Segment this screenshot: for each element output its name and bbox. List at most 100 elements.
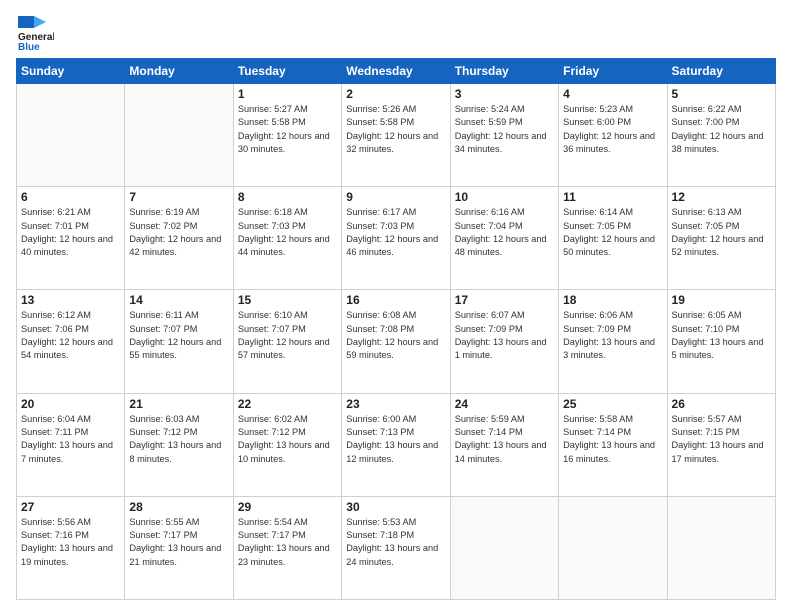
- day-number: 21: [129, 397, 228, 411]
- calendar-day-29: 29 Sunrise: 5:54 AM Sunset: 7:17 PM Dayli…: [233, 496, 341, 599]
- day-header-saturday: Saturday: [667, 59, 775, 84]
- day-header-sunday: Sunday: [17, 59, 125, 84]
- day-header-friday: Friday: [559, 59, 667, 84]
- calendar-day-9: 9 Sunrise: 6:17 AM Sunset: 7:03 PM Daylig…: [342, 187, 450, 290]
- day-number: 20: [21, 397, 120, 411]
- calendar-day-20: 20 Sunrise: 6:04 AM Sunset: 7:11 PM Dayli…: [17, 393, 125, 496]
- logo-icon: General Blue: [16, 12, 54, 50]
- day-number: 1: [238, 87, 337, 101]
- calendar-week-5: 27Sunrise: 5:56 AM Sunset: 7:16 PM Dayli…: [17, 496, 776, 599]
- day-info: Sunrise: 6:13 AM Sunset: 7:05 PM Dayligh…: [672, 206, 771, 259]
- day-number: 5: [672, 87, 771, 101]
- day-number: 10: [455, 190, 554, 204]
- calendar-week-3: 13 Sunrise: 6:12 AM Sunset: 7:06 PM Dayli…: [17, 290, 776, 393]
- day-info: Sunrise: 6:16 AM Sunset: 7:04 PM Dayligh…: [455, 206, 554, 259]
- day-info: Sunrise: 5:26 AM Sunset: 5:58 PM Dayligh…: [346, 103, 445, 156]
- calendar-table: SundayMondayTuesdayWednesdayThursdayFrid…: [16, 58, 776, 600]
- day-number: 15: [238, 293, 337, 307]
- day-number: 23: [346, 397, 445, 411]
- day-info: Sunrise: 6:21 AM Sunset: 7:01 PM Dayligh…: [21, 206, 120, 259]
- day-info: Sunrise: 6:22 AM Sunset: 7:00 PM Dayligh…: [672, 103, 771, 156]
- calendar-day-18: 18 Sunrise: 6:06 AM Sunset: 7:09 PM Dayli…: [559, 290, 667, 393]
- calendar-header-row: SundayMondayTuesdayWednesdayThursdayFrid…: [17, 59, 776, 84]
- day-number: 12: [672, 190, 771, 204]
- day-number: 8: [238, 190, 337, 204]
- day-number: 16: [346, 293, 445, 307]
- day-number: 24: [455, 397, 554, 411]
- day-info: Sunrise: 5:54 AM Sunset: 7:17 PM Dayligh…: [238, 516, 337, 569]
- calendar-day-11: 11 Sunrise: 6:14 AM Sunset: 7:05 PM Dayli…: [559, 187, 667, 290]
- calendar-day-17: 17Sunrise: 6:07 AM Sunset: 7:09 PM Dayli…: [450, 290, 558, 393]
- day-number: 28: [129, 500, 228, 514]
- day-number: 4: [563, 87, 662, 101]
- calendar-day-24: 24 Sunrise: 5:59 AM Sunset: 7:14 PM Dayli…: [450, 393, 558, 496]
- day-info: Sunrise: 6:03 AM Sunset: 7:12 PM Dayligh…: [129, 413, 228, 466]
- svg-text:Blue: Blue: [18, 42, 40, 50]
- day-info: Sunrise: 5:56 AM Sunset: 7:16 PM Dayligh…: [21, 516, 120, 569]
- day-info: Sunrise: 5:53 AM Sunset: 7:18 PM Dayligh…: [346, 516, 445, 569]
- calendar-day-2: 2 Sunrise: 5:26 AM Sunset: 5:58 PM Daylig…: [342, 84, 450, 187]
- calendar-day-1: 1 Sunrise: 5:27 AM Sunset: 5:58 PM Daylig…: [233, 84, 341, 187]
- calendar-day-14: 14Sunrise: 6:11 AM Sunset: 7:07 PM Dayli…: [125, 290, 233, 393]
- logo: General Blue: [16, 12, 54, 50]
- calendar-day-5: 5 Sunrise: 6:22 AM Sunset: 7:00 PM Daylig…: [667, 84, 775, 187]
- calendar-day-4: 4Sunrise: 5:23 AM Sunset: 6:00 PM Daylig…: [559, 84, 667, 187]
- calendar-day-27: 27Sunrise: 5:56 AM Sunset: 7:16 PM Dayli…: [17, 496, 125, 599]
- day-info: Sunrise: 5:59 AM Sunset: 7:14 PM Dayligh…: [455, 413, 554, 466]
- calendar-day-23: 23Sunrise: 6:00 AM Sunset: 7:13 PM Dayli…: [342, 393, 450, 496]
- day-info: Sunrise: 6:12 AM Sunset: 7:06 PM Dayligh…: [21, 309, 120, 362]
- calendar-day-26: 26 Sunrise: 5:57 AM Sunset: 7:15 PM Dayli…: [667, 393, 775, 496]
- calendar-empty-cell: [17, 84, 125, 187]
- day-info: Sunrise: 6:14 AM Sunset: 7:05 PM Dayligh…: [563, 206, 662, 259]
- calendar-day-3: 3 Sunrise: 5:24 AM Sunset: 5:59 PM Daylig…: [450, 84, 558, 187]
- calendar-empty-cell: [667, 496, 775, 599]
- day-header-thursday: Thursday: [450, 59, 558, 84]
- calendar-day-30: 30 Sunrise: 5:53 AM Sunset: 7:18 PM Dayli…: [342, 496, 450, 599]
- day-info: Sunrise: 5:58 AM Sunset: 7:14 PM Dayligh…: [563, 413, 662, 466]
- day-info: Sunrise: 6:04 AM Sunset: 7:11 PM Dayligh…: [21, 413, 120, 466]
- day-number: 14: [129, 293, 228, 307]
- day-info: Sunrise: 6:19 AM Sunset: 7:02 PM Dayligh…: [129, 206, 228, 259]
- day-number: 17: [455, 293, 554, 307]
- calendar-day-16: 16Sunrise: 6:08 AM Sunset: 7:08 PM Dayli…: [342, 290, 450, 393]
- header: General Blue: [16, 12, 776, 50]
- day-info: Sunrise: 5:57 AM Sunset: 7:15 PM Dayligh…: [672, 413, 771, 466]
- calendar-day-15: 15 Sunrise: 6:10 AM Sunset: 7:07 PM Dayli…: [233, 290, 341, 393]
- calendar-empty-cell: [450, 496, 558, 599]
- day-number: 3: [455, 87, 554, 101]
- calendar-day-25: 25Sunrise: 5:58 AM Sunset: 7:14 PM Dayli…: [559, 393, 667, 496]
- calendar-day-6: 6 Sunrise: 6:21 AM Sunset: 7:01 PM Daylig…: [17, 187, 125, 290]
- day-header-wednesday: Wednesday: [342, 59, 450, 84]
- calendar-week-4: 20 Sunrise: 6:04 AM Sunset: 7:11 PM Dayli…: [17, 393, 776, 496]
- calendar-day-13: 13 Sunrise: 6:12 AM Sunset: 7:06 PM Dayli…: [17, 290, 125, 393]
- day-number: 18: [563, 293, 662, 307]
- day-info: Sunrise: 6:06 AM Sunset: 7:09 PM Dayligh…: [563, 309, 662, 362]
- day-number: 6: [21, 190, 120, 204]
- calendar-day-22: 22Sunrise: 6:02 AM Sunset: 7:12 PM Dayli…: [233, 393, 341, 496]
- day-header-monday: Monday: [125, 59, 233, 84]
- calendar-day-7: 7 Sunrise: 6:19 AM Sunset: 7:02 PM Daylig…: [125, 187, 233, 290]
- day-number: 2: [346, 87, 445, 101]
- page: General Blue SundayMondayTuesdayWednesda…: [0, 0, 792, 612]
- day-number: 30: [346, 500, 445, 514]
- calendar-week-2: 6 Sunrise: 6:21 AM Sunset: 7:01 PM Daylig…: [17, 187, 776, 290]
- day-number: 26: [672, 397, 771, 411]
- calendar-day-19: 19Sunrise: 6:05 AM Sunset: 7:10 PM Dayli…: [667, 290, 775, 393]
- day-number: 29: [238, 500, 337, 514]
- calendar-day-28: 28 Sunrise: 5:55 AM Sunset: 7:17 PM Dayli…: [125, 496, 233, 599]
- day-info: Sunrise: 5:55 AM Sunset: 7:17 PM Dayligh…: [129, 516, 228, 569]
- day-info: Sunrise: 6:05 AM Sunset: 7:10 PM Dayligh…: [672, 309, 771, 362]
- day-info: Sunrise: 5:24 AM Sunset: 5:59 PM Dayligh…: [455, 103, 554, 156]
- day-number: 7: [129, 190, 228, 204]
- day-info: Sunrise: 6:10 AM Sunset: 7:07 PM Dayligh…: [238, 309, 337, 362]
- day-info: Sunrise: 6:17 AM Sunset: 7:03 PM Dayligh…: [346, 206, 445, 259]
- day-info: Sunrise: 6:18 AM Sunset: 7:03 PM Dayligh…: [238, 206, 337, 259]
- day-info: Sunrise: 5:27 AM Sunset: 5:58 PM Dayligh…: [238, 103, 337, 156]
- calendar-day-12: 12 Sunrise: 6:13 AM Sunset: 7:05 PM Dayli…: [667, 187, 775, 290]
- day-number: 22: [238, 397, 337, 411]
- day-number: 9: [346, 190, 445, 204]
- day-number: 11: [563, 190, 662, 204]
- day-number: 13: [21, 293, 120, 307]
- calendar-empty-cell: [559, 496, 667, 599]
- calendar-empty-cell: [125, 84, 233, 187]
